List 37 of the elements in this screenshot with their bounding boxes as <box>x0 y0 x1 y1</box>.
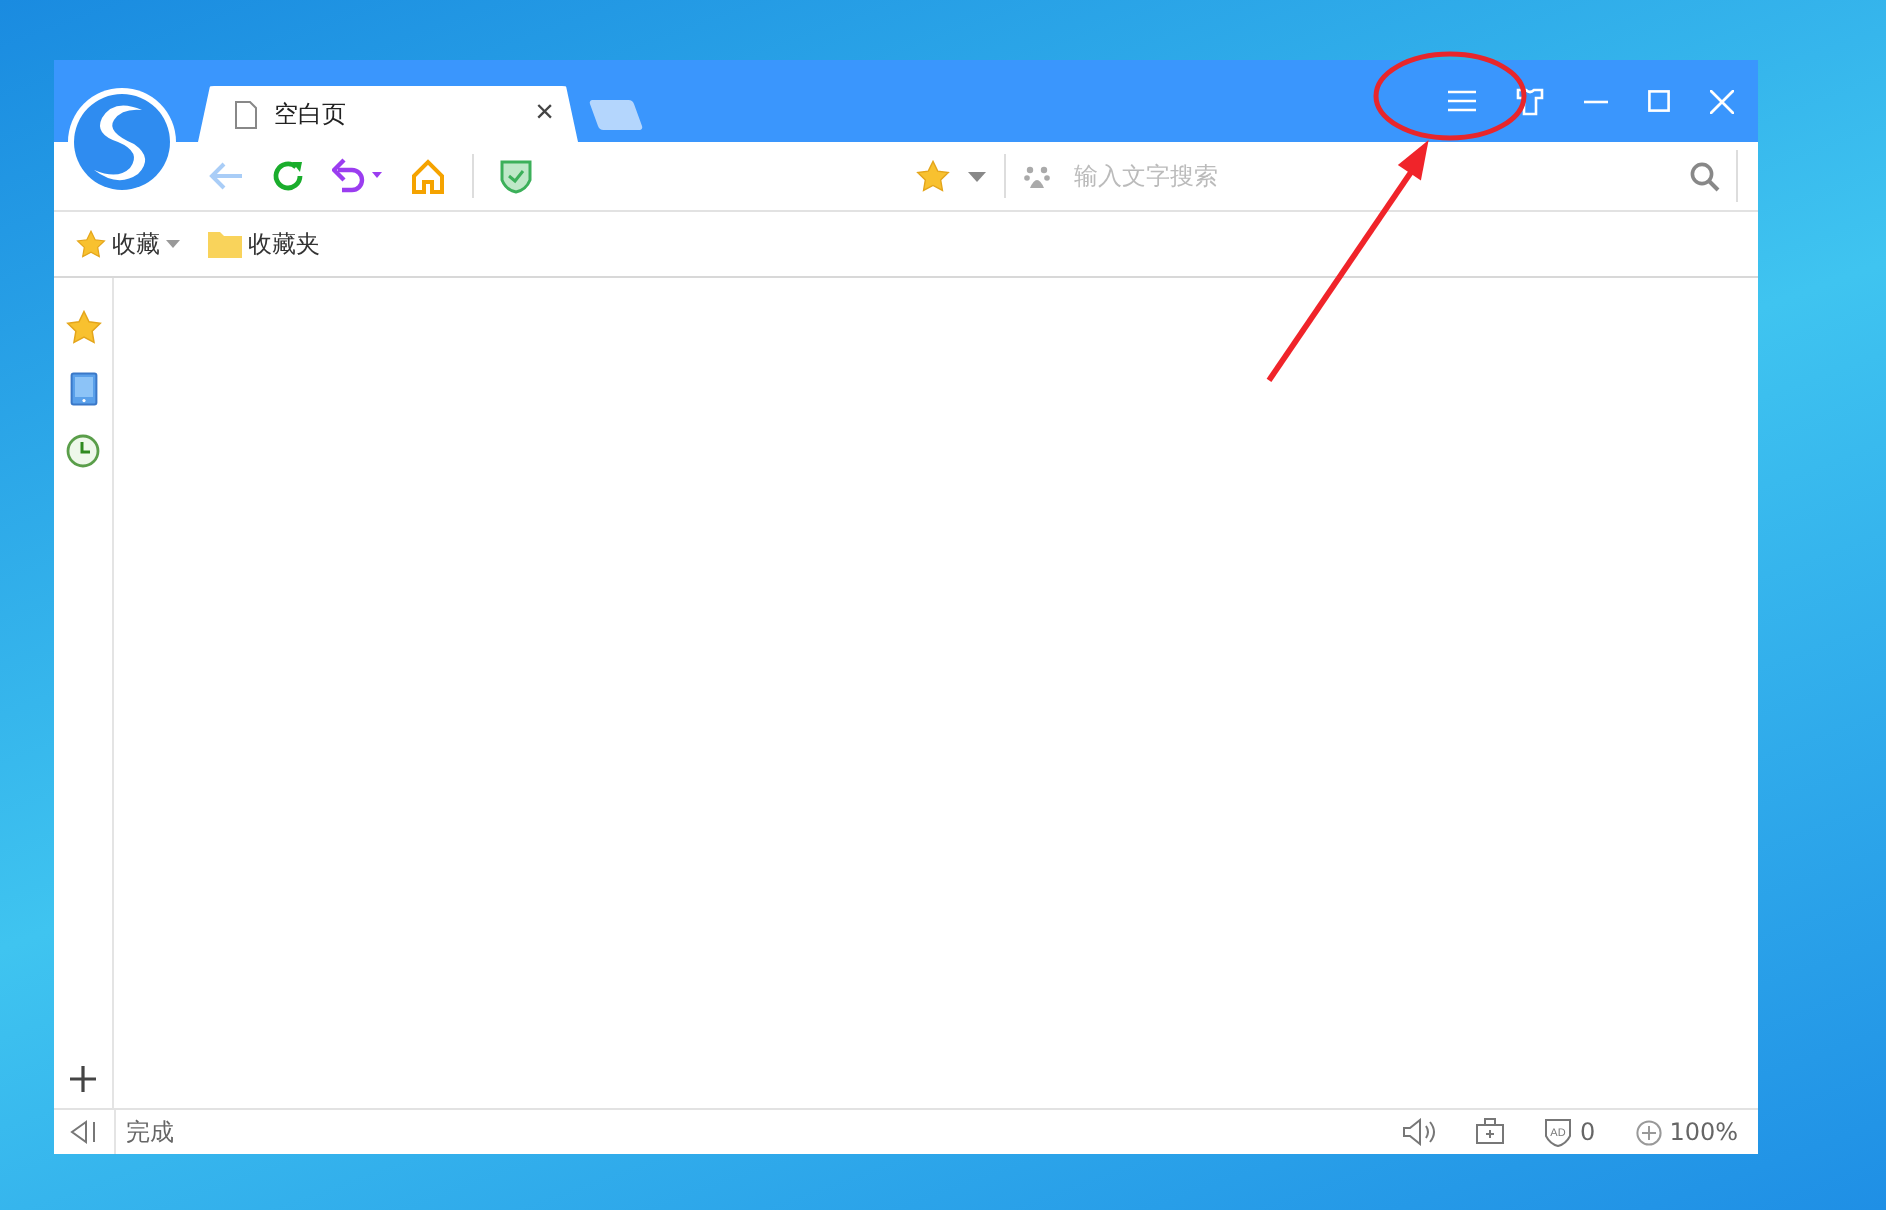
status-text: 完成 <box>126 1115 174 1149</box>
tab-title: 空白页 <box>274 97 348 131</box>
close-icon[interactable] <box>1710 89 1734 113</box>
close-tab-button[interactable]: × <box>535 96 554 132</box>
back-icon[interactable] <box>208 160 244 192</box>
speaker-icon[interactable] <box>1402 1118 1437 1146</box>
bookmark-folder[interactable]: 收藏夹 <box>208 227 320 261</box>
zoom-in-icon <box>1635 1119 1662 1145</box>
bookmarks-menu[interactable]: 收藏 <box>76 227 180 261</box>
toolbox-icon[interactable] <box>1476 1118 1505 1146</box>
paw-icon <box>1024 163 1050 189</box>
ad-count: 0 <box>1580 1118 1596 1146</box>
menu-icon[interactable] <box>1448 90 1476 112</box>
shirt-icon[interactable] <box>1516 87 1544 115</box>
clock-icon[interactable] <box>66 434 100 468</box>
undo-icon[interactable] <box>332 158 384 194</box>
tablet-icon[interactable] <box>69 372 97 406</box>
browser-tab[interactable]: 空白页 × <box>198 86 578 142</box>
folder-icon <box>208 230 242 258</box>
home-icon[interactable] <box>410 158 446 194</box>
search-field[interactable]: 输入文字搜索 <box>1070 160 1670 192</box>
zoom-control[interactable]: 100% <box>1635 1118 1738 1146</box>
star-icon[interactable] <box>65 310 101 344</box>
collapse-sidebar-icon[interactable] <box>70 1120 98 1144</box>
caret-icon <box>166 240 180 248</box>
minimize-icon[interactable] <box>1584 99 1608 103</box>
maximize-icon[interactable] <box>1648 90 1670 112</box>
star-icon <box>76 230 106 258</box>
star-icon[interactable] <box>916 160 950 192</box>
page-icon <box>234 99 258 129</box>
search-icon[interactable] <box>1690 161 1720 191</box>
caret-icon[interactable] <box>968 171 986 181</box>
shield-icon[interactable] <box>500 158 532 194</box>
new-tab-button[interactable] <box>588 100 644 130</box>
refresh-icon[interactable] <box>270 158 306 194</box>
add-icon[interactable] <box>70 1066 96 1092</box>
zoom-level: 100% <box>1669 1118 1738 1146</box>
